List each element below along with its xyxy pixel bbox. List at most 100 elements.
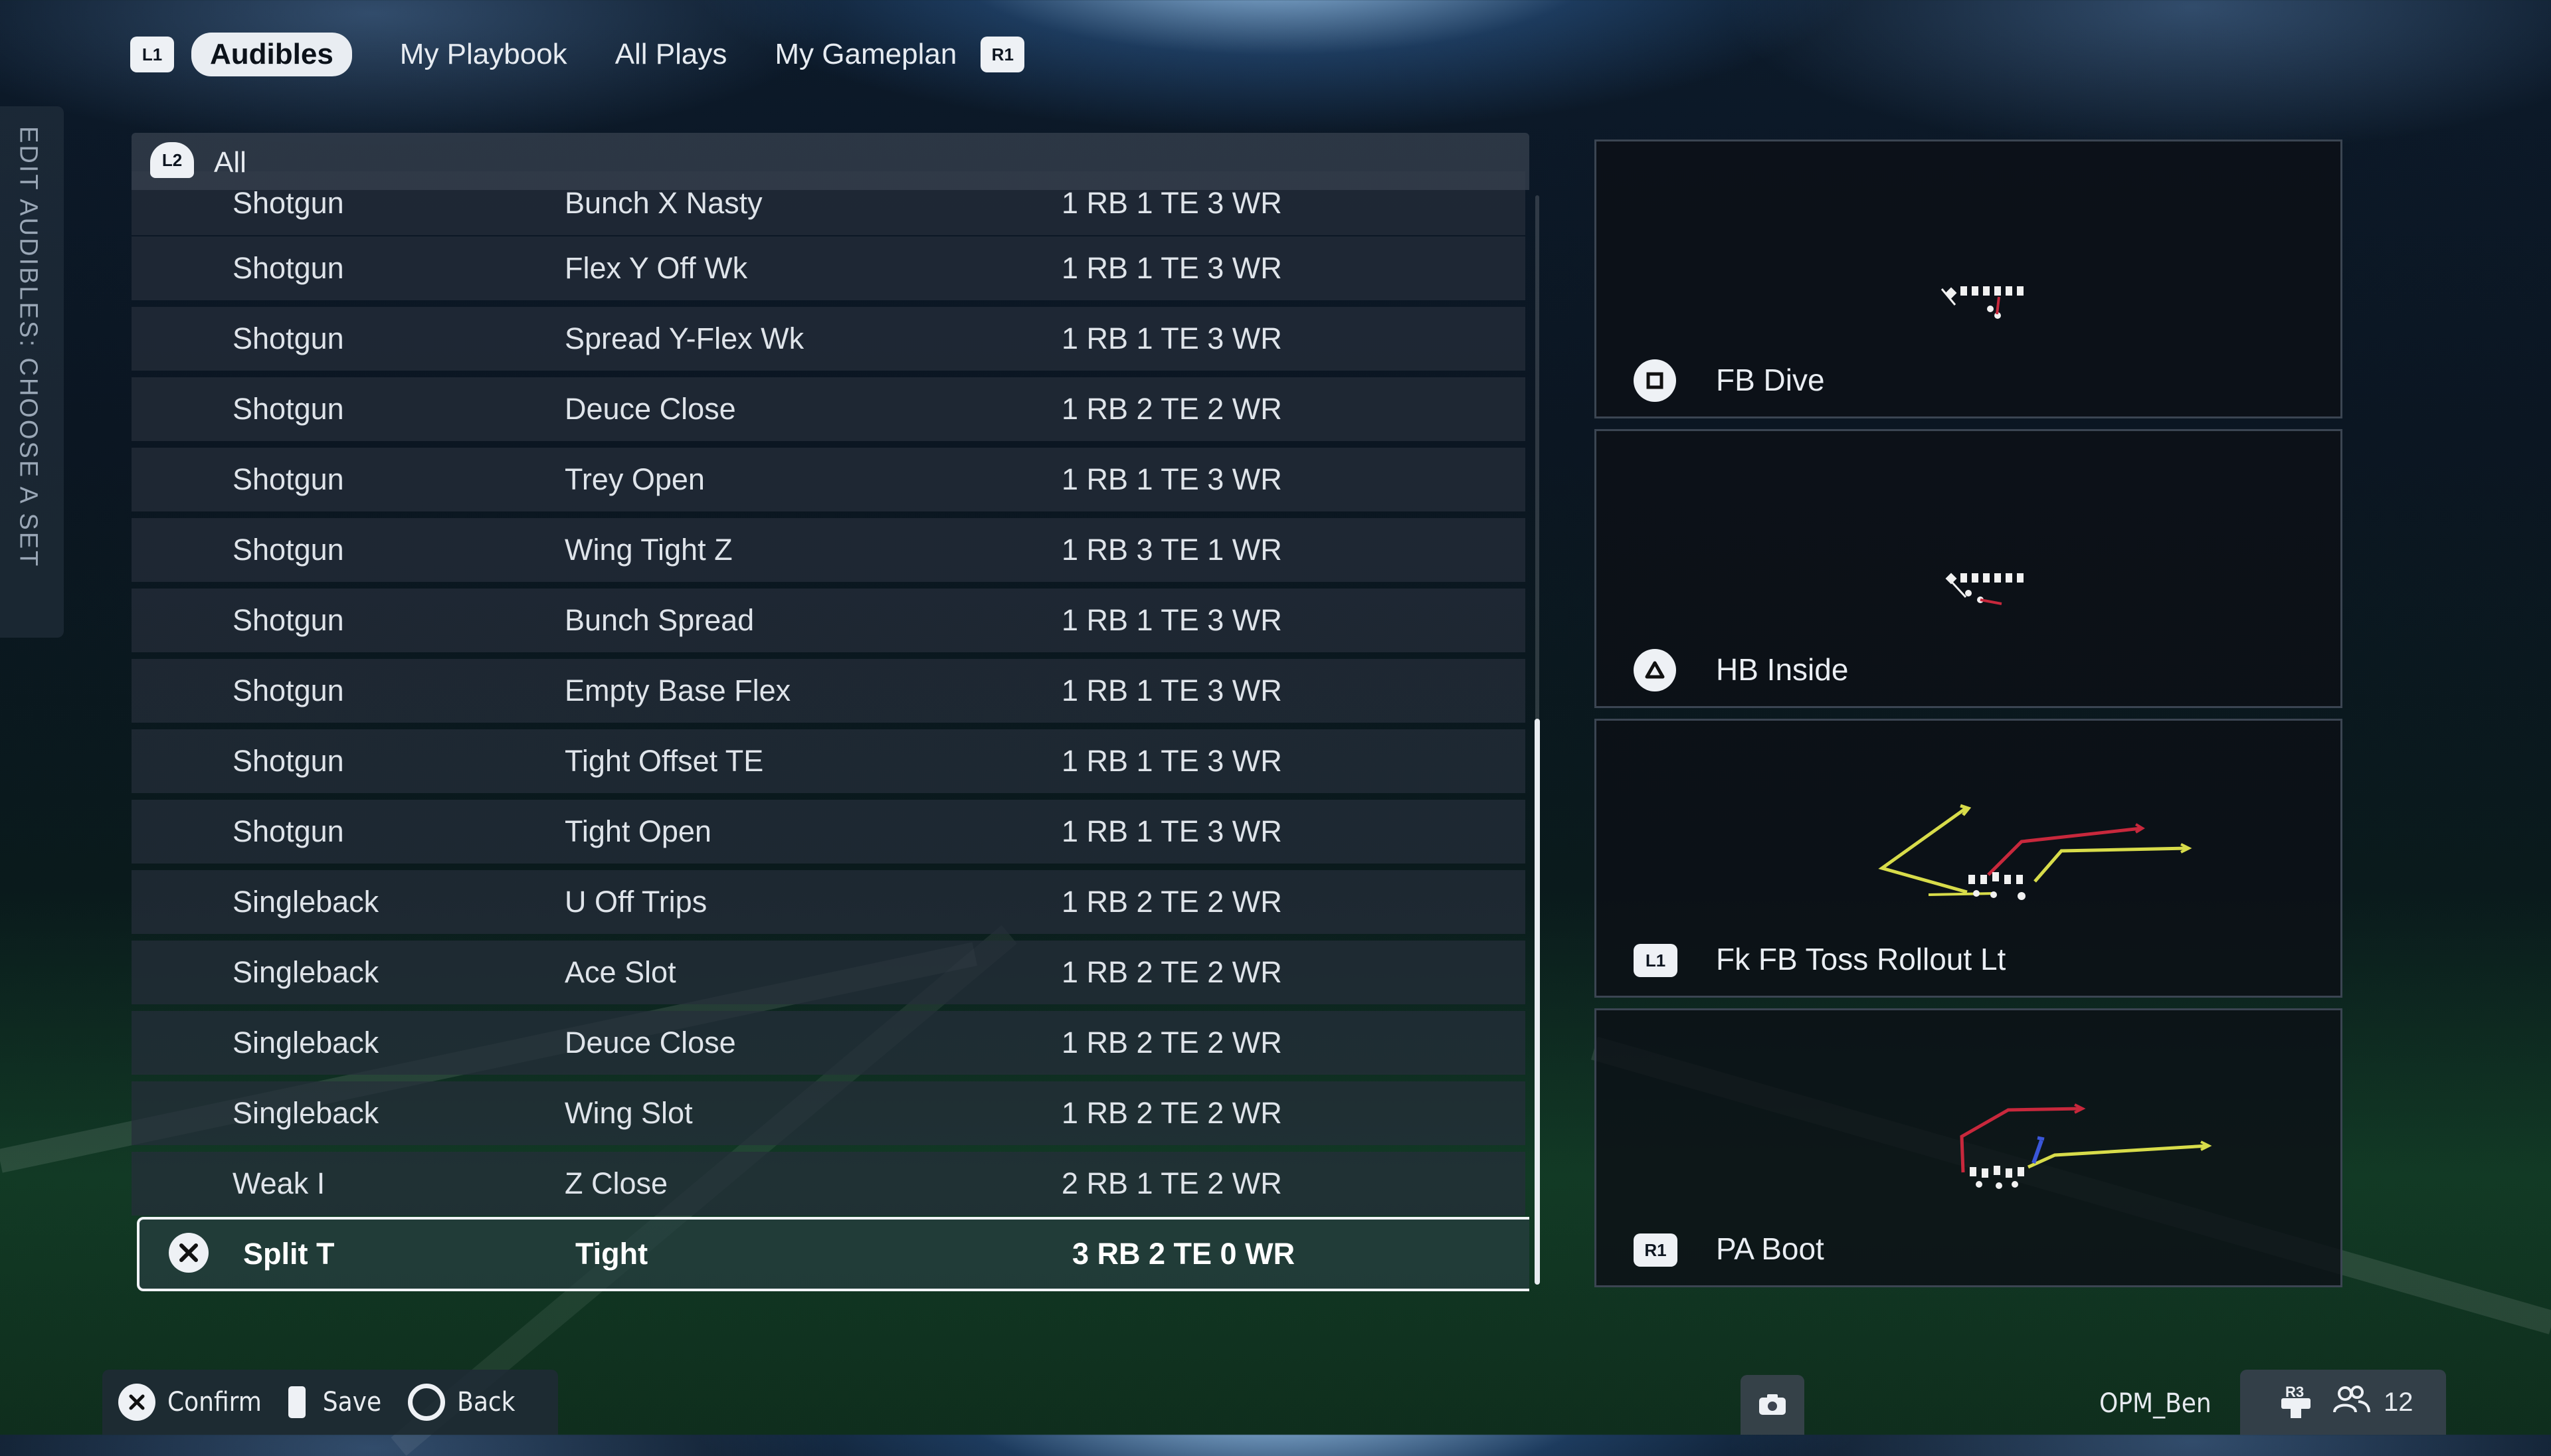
personnel: 1 RB 1 TE 3 WR — [1062, 674, 1282, 707]
filter-header[interactable]: L2 All — [132, 133, 1529, 190]
personnel: 1 RB 2 TE 2 WR — [1062, 955, 1282, 989]
formation-name: Shotgun — [233, 186, 344, 220]
selected-list-item[interactable]: Split T Tight 3 RB 2 TE 0 WR — [137, 1217, 1529, 1291]
r3-button-icon: R3 — [2277, 1384, 2315, 1421]
r1-bumper-icon[interactable]: R1 — [981, 37, 1025, 72]
formation-name: Singleback — [233, 885, 379, 919]
formation-name: Singleback — [233, 955, 379, 989]
tab-my-gameplan[interactable]: My Gameplan — [775, 38, 957, 71]
l1-bumper-icon[interactable]: L1 — [130, 37, 174, 72]
personnel: 1 RB 1 TE 3 WR — [1062, 186, 1282, 220]
personnel: 1 RB 1 TE 3 WR — [1062, 744, 1282, 778]
formation-name: Shotgun — [233, 674, 344, 707]
formation-name: Weak I — [233, 1166, 326, 1200]
personnel: 1 RB 2 TE 2 WR — [1062, 885, 1282, 919]
personnel: 1 RB 1 TE 3 WR — [1062, 321, 1282, 355]
list-item[interactable]: Shotgun Trey Open 1 RB 1 TE 3 WR — [132, 448, 1525, 511]
audible-card-r1[interactable]: R1 PA Boot — [1594, 1008, 2342, 1287]
personnel: 3 RB 2 TE 0 WR — [1072, 1237, 1295, 1271]
formation-name: Shotgun — [233, 533, 344, 567]
list-item[interactable]: Shotgun Spread Y-Flex Wk 1 RB 1 TE 3 WR — [132, 307, 1525, 371]
set-name: Deuce Close — [565, 392, 736, 426]
play-diagram — [1960, 1103, 2212, 1189]
audible-play-name: FB Dive — [1716, 363, 1825, 397]
r3-label: R3 — [2285, 1384, 2305, 1400]
list-item[interactable]: Singleback Wing Slot 1 RB 2 TE 2 WR — [132, 1081, 1525, 1145]
list-item[interactable]: Weak I Z Close 2 RB 1 TE 2 WR — [132, 1152, 1525, 1216]
list-item[interactable]: Shotgun Empty Base Flex 1 RB 1 TE 3 WR — [132, 659, 1525, 723]
camera-icon[interactable] — [1741, 1375, 1804, 1435]
l1-bumper-icon: L1 — [1634, 944, 1677, 977]
list-item[interactable]: Shotgun Deuce Close 1 RB 2 TE 2 WR — [132, 377, 1525, 441]
back-hint[interactable]: Back — [408, 1384, 516, 1421]
formation-name: Shotgun — [233, 744, 344, 778]
audible-play-name: HB Inside — [1716, 652, 1849, 687]
options-icon — [288, 1386, 306, 1418]
party-panel[interactable]: R3 12 — [2240, 1370, 2446, 1435]
cross-icon — [169, 1233, 209, 1273]
formation-name: Shotgun — [233, 321, 344, 355]
friends-icon — [2332, 1384, 2370, 1420]
set-name: Tight — [575, 1237, 648, 1271]
tab-my-playbook[interactable]: My Playbook — [400, 38, 567, 71]
formation-list: Shotgun Bunch X Nasty 1 RB 1 TE 3 WR Sho… — [132, 133, 1529, 1297]
personnel: 1 RB 2 TE 2 WR — [1062, 1026, 1282, 1059]
scrollbar-thumb[interactable] — [1535, 719, 1540, 1285]
tab-audibles[interactable]: Audibles — [191, 33, 352, 76]
personnel: 1 RB 1 TE 3 WR — [1062, 462, 1282, 496]
square-icon — [1634, 359, 1676, 402]
personnel: 1 RB 1 TE 3 WR — [1062, 251, 1282, 285]
save-hint[interactable]: Save — [288, 1386, 381, 1418]
play-diagram — [1945, 573, 2024, 605]
list-item[interactable]: Singleback U Off Trips 1 RB 2 TE 2 WR — [132, 870, 1525, 934]
set-name: U Off Trips — [565, 885, 708, 919]
set-name: Flex Y Off Wk — [565, 251, 748, 285]
formation-name: Singleback — [233, 1096, 379, 1130]
personnel: 2 RB 1 TE 2 WR — [1062, 1166, 1282, 1200]
side-label-panel: EDIT AUDIBLES: CHOOSE A SET — [0, 106, 64, 638]
confirm-hint[interactable]: Confirm — [118, 1384, 262, 1421]
personnel: 1 RB 1 TE 3 WR — [1062, 603, 1282, 637]
set-name: Tight Open — [565, 814, 711, 848]
party-count: 12 — [2384, 1387, 2413, 1417]
set-name: Ace Slot — [565, 955, 676, 989]
l2-trigger-icon[interactable]: L2 — [150, 142, 194, 178]
back-label: Back — [457, 1387, 516, 1417]
username: OPM_Ben — [2099, 1388, 2212, 1419]
list-item[interactable]: Singleback Deuce Close 1 RB 2 TE 2 WR — [132, 1011, 1525, 1075]
formation-name: Shotgun — [233, 814, 344, 848]
audible-play-name: PA Boot — [1716, 1231, 1824, 1266]
set-name: Bunch X Nasty — [565, 186, 763, 220]
audible-play-name: Fk FB Toss Rollout Lt — [1716, 942, 2006, 976]
list-item[interactable]: Shotgun Bunch Spread 1 RB 1 TE 3 WR — [132, 589, 1525, 652]
set-name: Z Close — [565, 1166, 668, 1200]
set-name: Spread Y-Flex Wk — [565, 321, 804, 355]
audible-card-l1[interactable]: L1 Fk FB Toss Rollout Lt — [1594, 719, 2342, 998]
play-diagram — [1940, 286, 2024, 319]
audible-card-square[interactable]: FB Dive — [1594, 139, 2342, 418]
audible-card-triangle[interactable]: HB Inside — [1594, 429, 2342, 708]
formation-name: Split T — [243, 1237, 335, 1271]
confirm-label: Confirm — [167, 1387, 262, 1417]
personnel: 1 RB 2 TE 2 WR — [1062, 392, 1282, 426]
personnel: 1 RB 2 TE 2 WR — [1062, 1096, 1282, 1130]
personnel: 1 RB 3 TE 1 WR — [1062, 533, 1282, 567]
play-diagram — [1878, 804, 2192, 900]
formation-name: Shotgun — [233, 603, 344, 637]
formation-name: Shotgun — [233, 251, 344, 285]
save-label: Save — [322, 1387, 382, 1417]
formation-name: Shotgun — [233, 462, 344, 496]
list-item[interactable]: Shotgun Flex Y Off Wk 1 RB 1 TE 3 WR — [132, 236, 1525, 300]
set-name: Deuce Close — [565, 1026, 736, 1059]
personnel: 1 RB 1 TE 3 WR — [1062, 814, 1282, 848]
set-name: Tight Offset TE — [565, 744, 764, 778]
list-item[interactable]: Singleback Ace Slot 1 RB 2 TE 2 WR — [132, 941, 1525, 1004]
list-item[interactable]: Shotgun Wing Tight Z 1 RB 3 TE 1 WR — [132, 518, 1525, 582]
list-item[interactable]: Shotgun Tight Open 1 RB 1 TE 3 WR — [132, 800, 1525, 864]
tab-all-plays[interactable]: All Plays — [615, 38, 727, 71]
triangle-icon — [1634, 649, 1676, 691]
filter-label: All — [214, 146, 246, 179]
set-name: Wing Slot — [565, 1096, 693, 1130]
list-item[interactable]: Shotgun Tight Offset TE 1 RB 1 TE 3 WR — [132, 729, 1525, 793]
circle-icon — [408, 1384, 446, 1421]
